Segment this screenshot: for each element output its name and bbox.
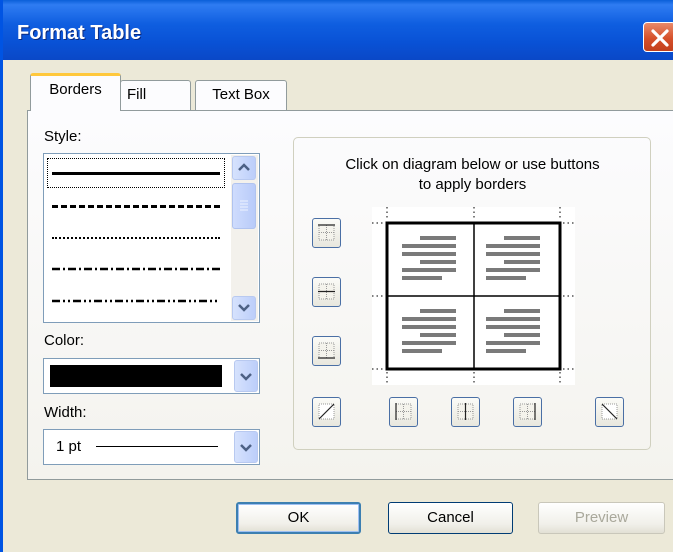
- tab-fill[interactable]: Fill: [120, 80, 191, 110]
- tab-text-box-label: Text Box: [212, 86, 270, 103]
- style-option-dashed[interactable]: [52, 205, 220, 208]
- border-bottom-icon: [318, 342, 335, 359]
- color-dropdown[interactable]: [43, 358, 260, 394]
- close-button[interactable]: [643, 22, 673, 52]
- cancel-button-label: Cancel: [427, 509, 474, 526]
- ok-button[interactable]: OK: [236, 502, 361, 534]
- style-scrollbar[interactable]: [231, 155, 258, 321]
- instructions-line-1: Click on diagram below or use buttons: [345, 156, 600, 173]
- chevron-down-icon: [240, 373, 252, 381]
- color-label-text: Color:: [44, 332, 85, 349]
- close-icon: [651, 29, 669, 47]
- chevron-up-icon: [238, 163, 250, 171]
- width-dropdown-button[interactable]: [234, 431, 258, 463]
- top-border-button[interactable]: [312, 218, 341, 248]
- width-label-text: Width:: [44, 404, 87, 421]
- inside-horizontal-border-button[interactable]: [312, 277, 341, 307]
- inside-vertical-border-button[interactable]: [451, 397, 480, 427]
- border-instructions: Click on diagram below or use buttons to…: [300, 155, 645, 195]
- diagonal-down-border-button[interactable]: [595, 397, 624, 427]
- grip-icon: [240, 200, 248, 211]
- style-listbox[interactable]: [43, 153, 260, 323]
- style-option-dotted[interactable]: [52, 237, 220, 239]
- scroll-thumb[interactable]: [232, 183, 256, 229]
- preview-button[interactable]: Preview: [538, 502, 665, 534]
- border-diagonal-down-icon: [601, 403, 618, 420]
- chevron-down-icon: [238, 304, 250, 312]
- tab-borders-label: Borders: [49, 81, 102, 98]
- tab-text-box[interactable]: Text Box: [195, 80, 287, 110]
- diagonal-up-border-button[interactable]: [312, 397, 341, 427]
- width-value: 1 pt: [56, 438, 82, 455]
- instructions-line-2: to apply borders: [418, 176, 527, 193]
- style-label-text: Style:: [44, 128, 82, 145]
- border-inside-vertical-icon: [457, 403, 474, 420]
- border-diagonal-up-icon: [318, 403, 335, 420]
- style-option-dash-dot[interactable]: [52, 267, 220, 271]
- tab-fill-label: Fill: [127, 86, 147, 103]
- style-option-dash-dot-dot[interactable]: [52, 299, 220, 303]
- border-preview-diagram[interactable]: [372, 207, 575, 385]
- width-dropdown[interactable]: 1 pt: [43, 429, 260, 465]
- ok-button-label: OK: [287, 509, 310, 526]
- style-label: Style:: [44, 128, 82, 145]
- width-label: Width:: [44, 404, 87, 421]
- preview-button-label: Preview: [574, 509, 629, 526]
- color-label: Color:: [44, 332, 84, 349]
- width-line-sample: [96, 446, 218, 447]
- color-dropdown-button[interactable]: [234, 360, 258, 392]
- dialog-title: Format Table: [17, 22, 142, 44]
- scroll-down-button[interactable]: [232, 296, 256, 320]
- border-inside-horizontal-icon: [318, 283, 335, 300]
- bottom-border-button[interactable]: [312, 336, 341, 366]
- table-preview-graphic: [372, 207, 575, 385]
- scroll-up-button[interactable]: [232, 156, 256, 180]
- border-top-icon: [318, 224, 335, 241]
- style-option-solid[interactable]: [52, 172, 220, 175]
- chevron-down-icon: [240, 444, 252, 452]
- title-bar[interactable]: Format Table: [3, 0, 673, 60]
- border-left-icon: [395, 403, 412, 420]
- right-border-button[interactable]: [513, 397, 542, 427]
- left-border-button[interactable]: [389, 397, 418, 427]
- tab-borders[interactable]: Borders: [30, 73, 121, 111]
- color-swatch: [50, 365, 222, 387]
- border-right-icon: [519, 403, 536, 420]
- cancel-button[interactable]: Cancel: [388, 502, 513, 534]
